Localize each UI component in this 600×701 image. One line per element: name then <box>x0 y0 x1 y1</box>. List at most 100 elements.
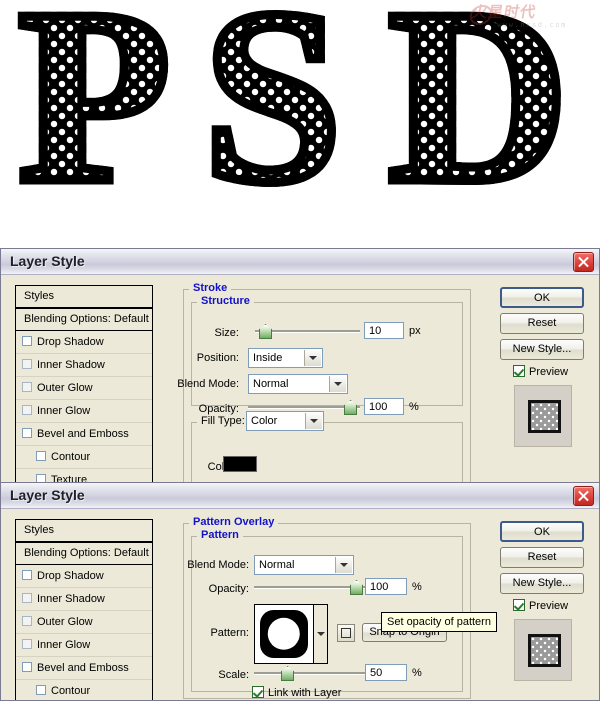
scale-slider[interactable] <box>254 666 366 681</box>
checkbox-outer-glow[interactable] <box>22 382 32 392</box>
style-row-inner-glow[interactable]: Inner Glow <box>16 400 152 423</box>
checkbox-inner-shadow[interactable] <box>22 593 32 603</box>
blend-mode-select[interactable]: Normal <box>248 374 348 394</box>
checkbox-inner-shadow[interactable] <box>22 359 32 369</box>
chevron-down-icon[interactable] <box>305 413 322 429</box>
new-preset-icon[interactable] <box>337 624 355 642</box>
style-label: Bevel and Emboss <box>37 428 129 440</box>
checkbox-contour[interactable] <box>36 685 46 695</box>
chevron-down-icon[interactable] <box>335 557 352 573</box>
dialog-title: Layer Style <box>10 487 85 503</box>
preview-checkbox-row[interactable]: Preview <box>513 365 568 378</box>
checkbox-contour[interactable] <box>36 451 46 461</box>
opacity-slider[interactable] <box>254 580 366 595</box>
reset-button[interactable]: Reset <box>500 547 584 568</box>
layer-style-dialog-pattern[interactable]: Layer Style Styles Blending Options: Def… <box>0 482 600 701</box>
opacity-slider-track[interactable] <box>248 406 360 409</box>
titlebar-pattern[interactable]: Layer Style <box>1 483 599 509</box>
style-row-bevel-and-emboss[interactable]: Bevel and Emboss <box>16 423 152 446</box>
titlebar-stroke[interactable]: Layer Style <box>1 249 599 275</box>
style-row-contour[interactable]: Contour <box>16 446 152 469</box>
opacity-slider-track[interactable] <box>254 586 366 589</box>
style-row-inner-glow[interactable]: Inner Glow <box>16 634 152 657</box>
style-row-drop-shadow[interactable]: Drop Shadow <box>16 565 152 588</box>
layer-style-dialog-stroke[interactable]: Layer Style Styles Blending Options: Def… <box>0 248 600 498</box>
opacity-input[interactable]: 100 <box>364 398 404 415</box>
checkbox-drop-shadow[interactable] <box>22 336 32 346</box>
styles-list-stroke[interactable]: Styles Blending Options: Default Drop Sh… <box>15 285 153 493</box>
close-icon[interactable] <box>573 486 594 506</box>
checkbox-inner-glow[interactable] <box>22 405 32 415</box>
watermark-logo: 火星时代 www.hxsd.com <box>467 3 592 34</box>
blend-mode-select[interactable]: Normal <box>254 555 354 575</box>
ok-button[interactable]: OK <box>500 521 584 542</box>
blend-mode-label: Blend Mode: <box>187 559 249 571</box>
structure-sub-title: Structure <box>197 295 254 307</box>
scale-slider-track[interactable] <box>254 672 366 675</box>
fill-type-select[interactable]: Color <box>246 411 324 431</box>
reset-button[interactable]: Reset <box>500 313 584 334</box>
pattern-picker-dropdown[interactable] <box>314 604 328 664</box>
checkbox-drop-shadow[interactable] <box>22 570 32 580</box>
style-row-outer-glow[interactable]: Outer Glow <box>16 611 152 634</box>
pattern-swatch[interactable] <box>254 604 314 664</box>
blending-options-row[interactable]: Blending Options: Default <box>16 543 152 565</box>
opacity-unit: % <box>409 401 419 413</box>
style-label: Contour <box>51 451 91 463</box>
chevron-down-icon[interactable] <box>304 350 321 366</box>
scale-input[interactable]: 50 <box>365 664 407 681</box>
checkbox-preview[interactable] <box>513 365 525 377</box>
style-row-drop-shadow[interactable]: Drop Shadow <box>16 331 152 354</box>
preview-label: Preview <box>529 600 569 612</box>
opacity-input[interactable]: 100 <box>365 578 407 595</box>
style-row-outer-glow[interactable]: Outer Glow <box>16 377 152 400</box>
stroke-group-title: Stroke <box>189 282 232 294</box>
style-row-bevel-and-emboss[interactable]: Bevel and Emboss <box>16 657 152 680</box>
style-label: Inner Shadow <box>37 359 105 371</box>
size-unit: px <box>409 325 421 337</box>
style-label: Contour <box>51 685 91 697</box>
tooltip: Set opacity of pattern <box>381 612 497 632</box>
close-icon[interactable] <box>573 252 594 272</box>
preview-thumbnail <box>528 400 561 433</box>
color-swatch[interactable] <box>223 456 257 472</box>
dialog-body-stroke: Styles Blending Options: Default Drop Sh… <box>1 275 599 497</box>
checkbox-outer-glow[interactable] <box>22 616 32 626</box>
opacity-slider-thumb[interactable] <box>350 580 363 595</box>
style-row-inner-shadow[interactable]: Inner Shadow <box>16 588 152 611</box>
scale-slider-thumb[interactable] <box>281 666 294 681</box>
pattern-label: Pattern: <box>210 627 249 639</box>
new-style-button[interactable]: New Style... <box>500 573 584 594</box>
styles-list-pattern[interactable]: Styles Blending Options: Default Drop Sh… <box>15 519 153 700</box>
blending-options-row[interactable]: Blending Options: Default <box>16 309 152 331</box>
position-select[interactable]: Inside <box>248 348 323 368</box>
chevron-down-icon[interactable] <box>329 376 346 392</box>
style-label: Inner Glow <box>37 639 91 651</box>
style-row-inner-shadow[interactable]: Inner Shadow <box>16 354 152 377</box>
new-style-button[interactable]: New Style... <box>500 339 584 360</box>
styles-list-header: Styles <box>16 286 152 309</box>
style-row-contour[interactable]: Contour <box>16 680 152 700</box>
preview-thumbnail <box>528 634 561 667</box>
size-input[interactable]: 10 <box>364 322 404 339</box>
style-label: Drop Shadow <box>37 336 104 348</box>
checkbox-bevel-and-emboss[interactable] <box>22 428 32 438</box>
ok-button[interactable]: OK <box>500 287 584 308</box>
size-slider[interactable] <box>255 324 360 339</box>
checkbox-link-with-layer[interactable] <box>252 686 264 698</box>
link-with-layer-label: Link with Layer <box>268 687 342 699</box>
opacity-slider-thumb[interactable] <box>344 400 357 415</box>
pattern-overlay-group-title: Pattern Overlay <box>189 516 279 528</box>
fill-type-label: Fill Type: <box>197 415 249 427</box>
checkbox-bevel-and-emboss[interactable] <box>22 662 32 672</box>
preview-checkbox-row[interactable]: Preview <box>513 599 568 612</box>
scale-label: Scale: <box>218 669 249 681</box>
blend-mode-value: Normal <box>259 559 295 571</box>
position-value: Inside <box>253 352 283 364</box>
checkbox-preview[interactable] <box>513 599 525 611</box>
checkbox-inner-glow[interactable] <box>22 639 32 649</box>
size-slider-thumb[interactable] <box>259 324 272 339</box>
link-with-layer-row[interactable]: Link with Layer <box>252 686 341 699</box>
dialog-title: Layer Style <box>10 253 85 269</box>
pattern-sub-title: Pattern <box>197 529 243 541</box>
